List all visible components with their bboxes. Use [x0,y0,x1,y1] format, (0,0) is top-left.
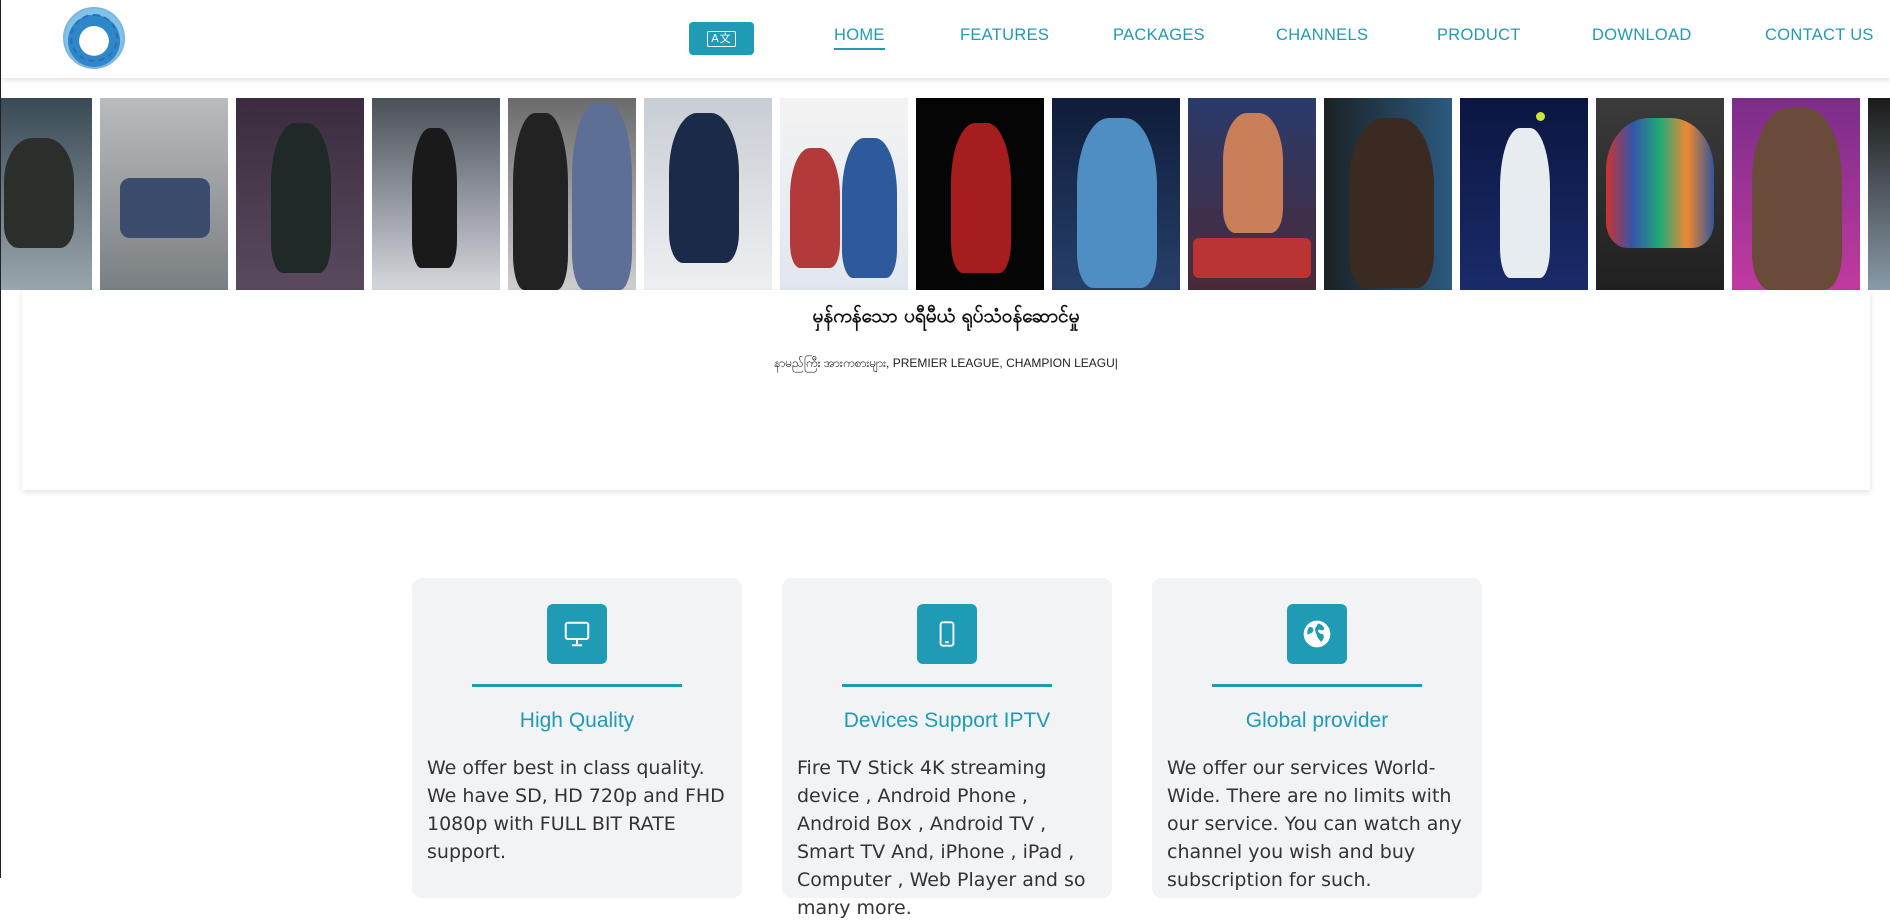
feature-title: Global provider [1245,709,1389,732]
site-header: A文 HOME FEATURES PACKAGES CHANNELS PRODU… [1,0,1890,78]
tile-figure-skater [372,98,500,290]
hero-banner: မှန်ကန်သော ပရီမီယံ ရုပ်သံဝန်ဆောင်မှု နာမ… [22,290,1870,490]
tile-soccer-players [1052,98,1180,290]
nav-packages[interactable]: PACKAGES [1113,26,1205,45]
globe-icon [1287,604,1347,664]
tile-bobsled-athlete [1,98,92,290]
feature-text: We offer best in class quality. We have … [427,757,725,863]
site-logo[interactable] [63,7,125,69]
card-divider [842,684,1052,687]
nav-features[interactable]: FEATURES [960,26,1049,45]
tile-race-cars [100,98,228,290]
language-toggle-button[interactable]: A文 [689,22,754,55]
mobile-phone-icon [917,604,977,664]
translate-icon: A文 [707,30,736,47]
tile-fighter-portrait [1324,98,1452,290]
feature-card-global: Global provider We offer our services Wo… [1152,578,1482,898]
tile-football-team-poster [1596,98,1724,290]
feature-text: We offer our services World-Wide. There … [1167,757,1462,891]
banner-title: မှန်ကန်သော ပရီမီယံ ရုပ်သံဝန်ဆောင်မှု [812,305,1080,327]
tile-motocross-rider [236,98,364,290]
tile-hockey-player [644,98,772,290]
tile-baseball-players [780,98,908,290]
banner-subtitle: နာမည်ကြီး အားကစားများ, PREMIER LEAGUE, C… [774,356,1118,370]
tile-golf-players [508,98,636,290]
feature-text: Fire TV Stick 4K streaming device , Andr… [797,757,1086,919]
sports-image-strip [1,98,1890,290]
feature-title: Devices Support IPTV [843,709,1051,732]
tile-wrestling-champion [1732,98,1860,290]
card-divider [1212,684,1422,687]
nav-contact-us[interactable]: CONTACT US [1765,26,1874,45]
tile-basketball-dunk [916,98,1044,290]
feature-title: High Quality [519,709,635,732]
nav-download[interactable]: DOWNLOAD [1592,26,1692,45]
card-divider [472,684,682,687]
tile-tennis-serve [1460,98,1588,290]
feature-card-high-quality: High Quality We offer best in class qual… [412,578,742,898]
nav-channels[interactable]: CHANNELS [1276,26,1368,45]
nav-product[interactable]: PRODUCT [1437,26,1521,45]
monitor-icon [547,604,607,664]
tile-partial-tile [1868,98,1890,290]
tile-boxing-legends [1188,98,1316,290]
nav-home[interactable]: HOME [834,26,885,50]
feature-card-devices: Devices Support IPTV Fire TV Stick 4K st… [782,578,1112,919]
